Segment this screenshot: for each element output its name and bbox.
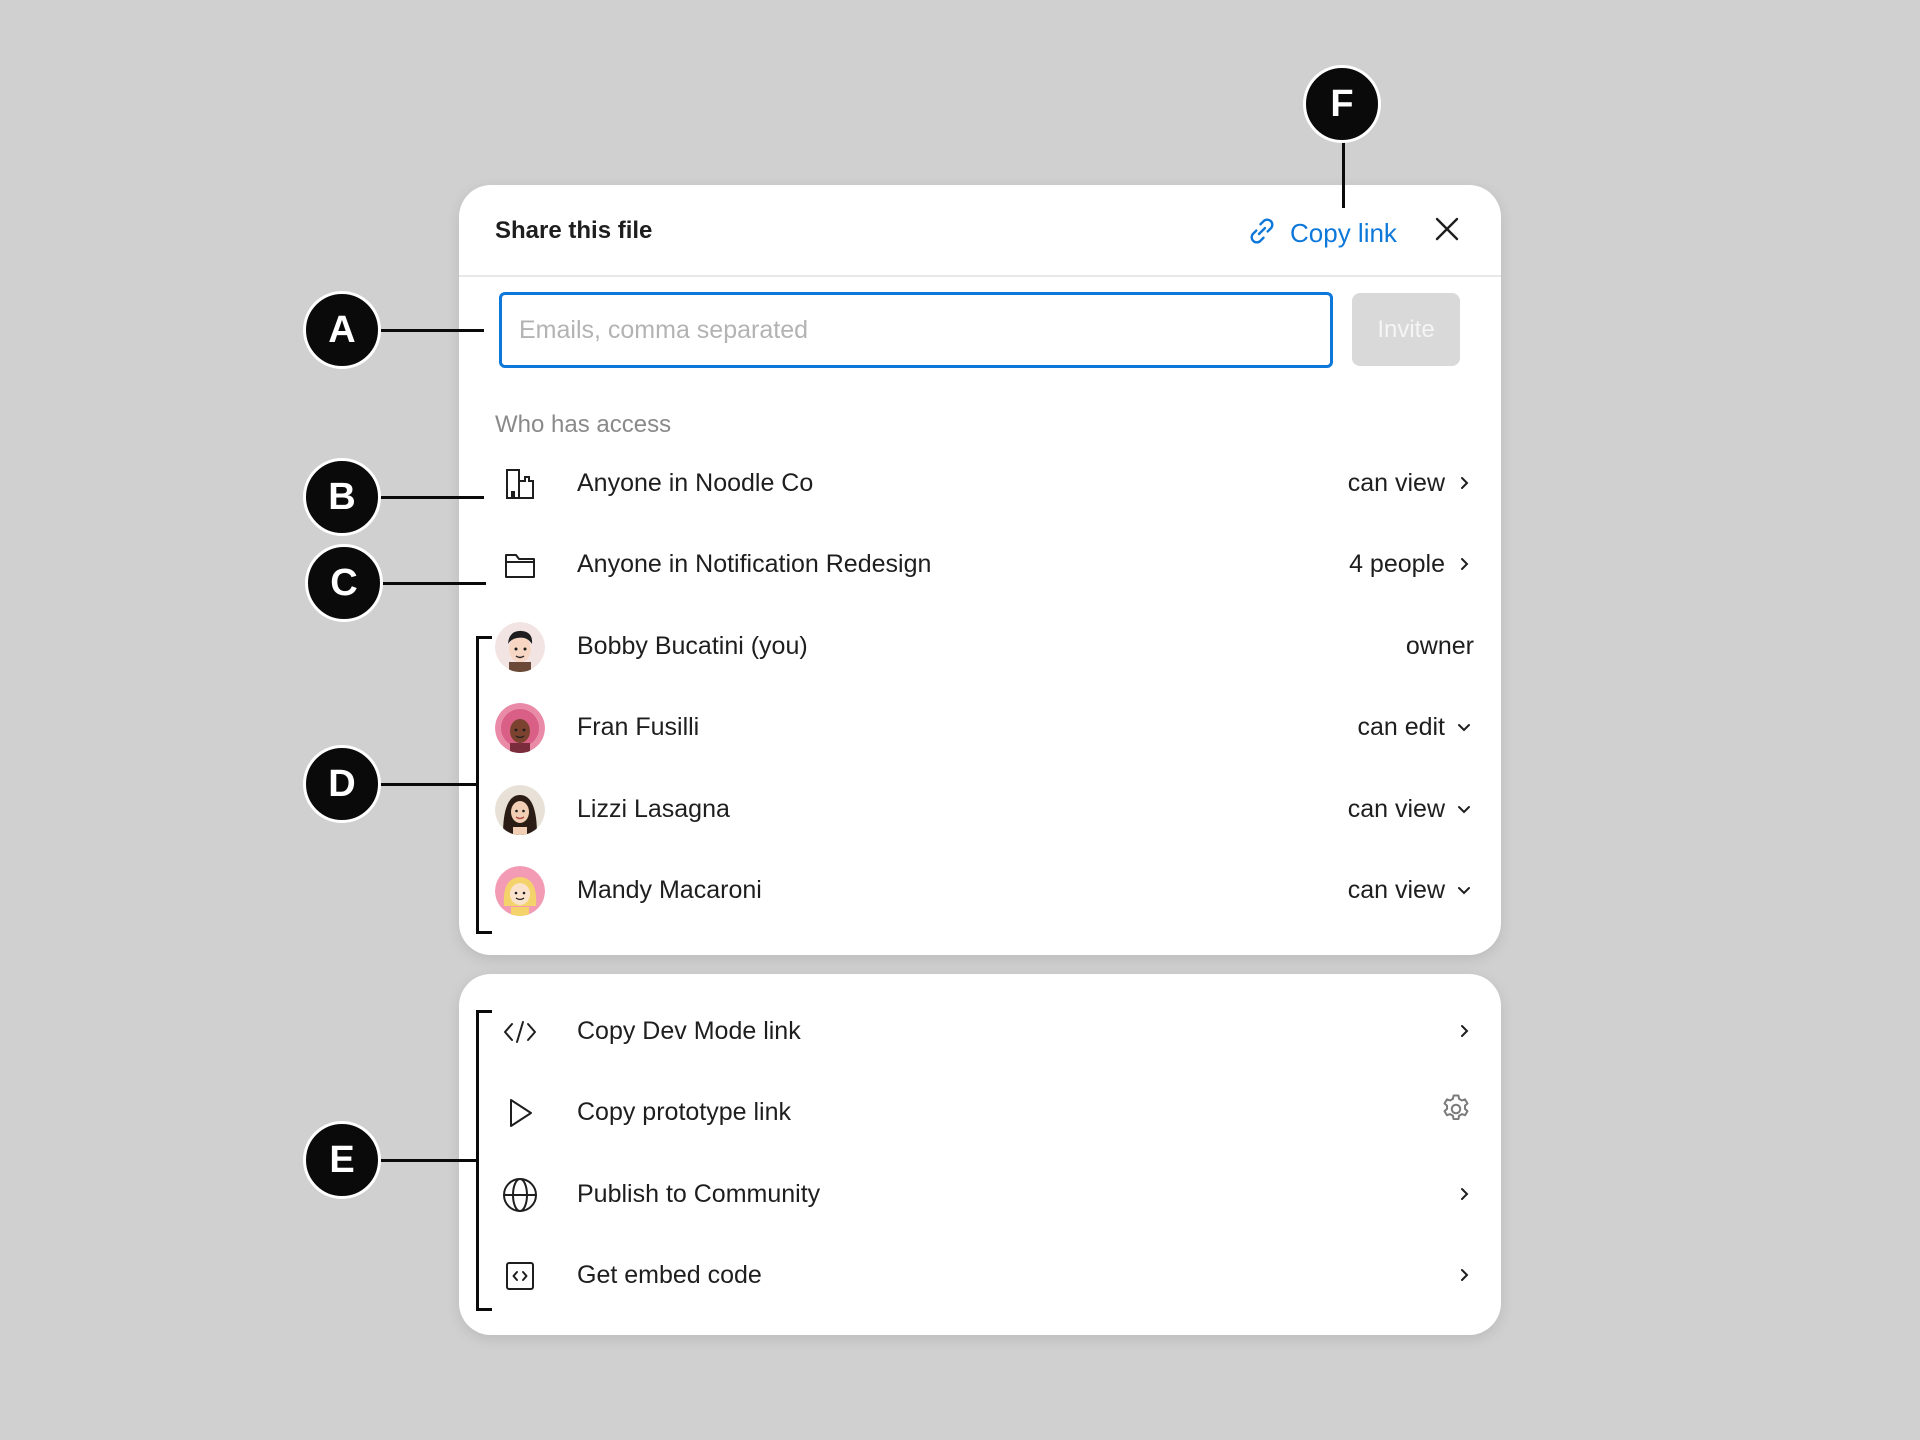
annotation-d-bracket [476, 636, 492, 934]
chevron-right-icon [1455, 1022, 1473, 1040]
annotation-b-badge: B [303, 458, 381, 536]
gear-icon [1439, 1092, 1473, 1133]
chevron-right-icon [1455, 474, 1473, 492]
link-row-label: Copy prototype link [577, 1098, 792, 1126]
annotation-c-connector [380, 582, 486, 585]
access-row-label: Anyone in Notification Redesign [577, 550, 932, 578]
annotation-f-connector [1342, 140, 1345, 208]
avatar-wrapper [495, 703, 545, 753]
permission-label: can view [1347, 468, 1445, 497]
chevron-right-icon [1455, 555, 1473, 573]
avatar [495, 785, 545, 835]
person-row: Mandy Macaroni can view [459, 850, 1501, 930]
person-row: Lizzi Lasagna can view [459, 769, 1501, 849]
person-name: Mandy Macaroni [577, 876, 762, 904]
link-row-label: Copy Dev Mode link [577, 1017, 801, 1045]
person-name: Lizzi Lasagna [577, 795, 730, 823]
link-row-action[interactable] [1455, 1235, 1473, 1315]
invite-button[interactable]: Invite [1352, 293, 1460, 366]
building-icon [495, 459, 545, 509]
role-dropdown[interactable]: can edit [1357, 687, 1473, 767]
person-row: Bobby Bucatini (you) owner [459, 606, 1501, 686]
link-row-label: Publish to Community [577, 1180, 821, 1208]
annotation-d-badge: D [303, 745, 381, 823]
annotation-e-connector [378, 1159, 478, 1162]
people-count-label: 4 people [1349, 549, 1445, 578]
dialog-title: Share this file [495, 217, 653, 244]
annotation-f-badge: F [1303, 65, 1381, 143]
copy-link-label: Copy link [1290, 217, 1397, 248]
link-row-community[interactable]: Publish to Community [459, 1154, 1501, 1234]
avatar-wrapper [495, 785, 545, 835]
annotation-a-connector [378, 329, 484, 332]
email-input[interactable] [499, 292, 1333, 368]
person-role: owner [1406, 606, 1474, 686]
link-row-label: Get embed code [577, 1261, 762, 1289]
copy-link-button[interactable]: Copy link [1244, 213, 1397, 253]
chevron-down-icon [1455, 718, 1473, 736]
link-icon [1244, 213, 1280, 254]
access-row-project: Anyone in Notification Redesign 4 people [459, 524, 1501, 604]
role-dropdown[interactable]: can view [1348, 850, 1473, 930]
access-row-label: Anyone in Noodle Co [577, 469, 814, 497]
annotation-b-connector [378, 496, 484, 499]
link-row-prototype[interactable]: Copy prototype link [459, 1072, 1501, 1152]
person-name: Fran Fusilli [577, 713, 700, 741]
role-label: can view [1347, 794, 1445, 823]
permission-selector[interactable]: can view [1348, 443, 1473, 523]
code-icon [495, 1007, 545, 1057]
chevron-down-icon [1455, 881, 1473, 899]
annotation-e-badge: E [303, 1121, 381, 1199]
share-links-panel: Copy Dev Mode link Copy prototype link P… [459, 974, 1501, 1335]
embed-icon [495, 1251, 545, 1301]
chevron-down-icon [1455, 800, 1473, 818]
who-has-access-heading: Who has access [495, 411, 672, 438]
avatar [495, 866, 545, 916]
annotation-c-badge: C [305, 544, 383, 622]
play-icon [495, 1088, 545, 1138]
share-dialog: Share this file Copy link Invite Who has… [459, 185, 1501, 955]
role-label: can view [1347, 875, 1445, 904]
avatar-wrapper [495, 866, 545, 916]
people-count-selector[interactable]: 4 people [1349, 524, 1473, 604]
close-icon [1433, 215, 1461, 248]
link-row-dev-mode[interactable]: Copy Dev Mode link [459, 991, 1501, 1071]
close-button[interactable] [1429, 213, 1465, 249]
chevron-right-icon [1455, 1185, 1473, 1203]
avatar-wrapper [495, 622, 545, 672]
annotation-a-badge: A [303, 291, 381, 369]
avatar [495, 622, 545, 672]
annotation-e-bracket [476, 1010, 492, 1311]
access-row-organization: Anyone in Noodle Co can view [459, 443, 1501, 523]
prototype-settings-button[interactable] [1439, 1072, 1473, 1152]
link-row-action[interactable] [1455, 991, 1473, 1071]
role-dropdown[interactable]: can view [1348, 769, 1473, 849]
link-row-embed[interactable]: Get embed code [459, 1235, 1501, 1315]
avatar [495, 703, 545, 753]
role-label: owner [1405, 631, 1474, 660]
role-label: can edit [1357, 712, 1445, 741]
annotation-d-connector [378, 783, 478, 786]
person-row: Fran Fusilli can edit [459, 687, 1501, 767]
chevron-right-icon [1455, 1266, 1473, 1284]
person-name: Bobby Bucatini (you) [577, 632, 808, 660]
globe-icon [495, 1170, 545, 1220]
folder-icon [495, 540, 545, 590]
link-row-action[interactable] [1455, 1154, 1473, 1234]
